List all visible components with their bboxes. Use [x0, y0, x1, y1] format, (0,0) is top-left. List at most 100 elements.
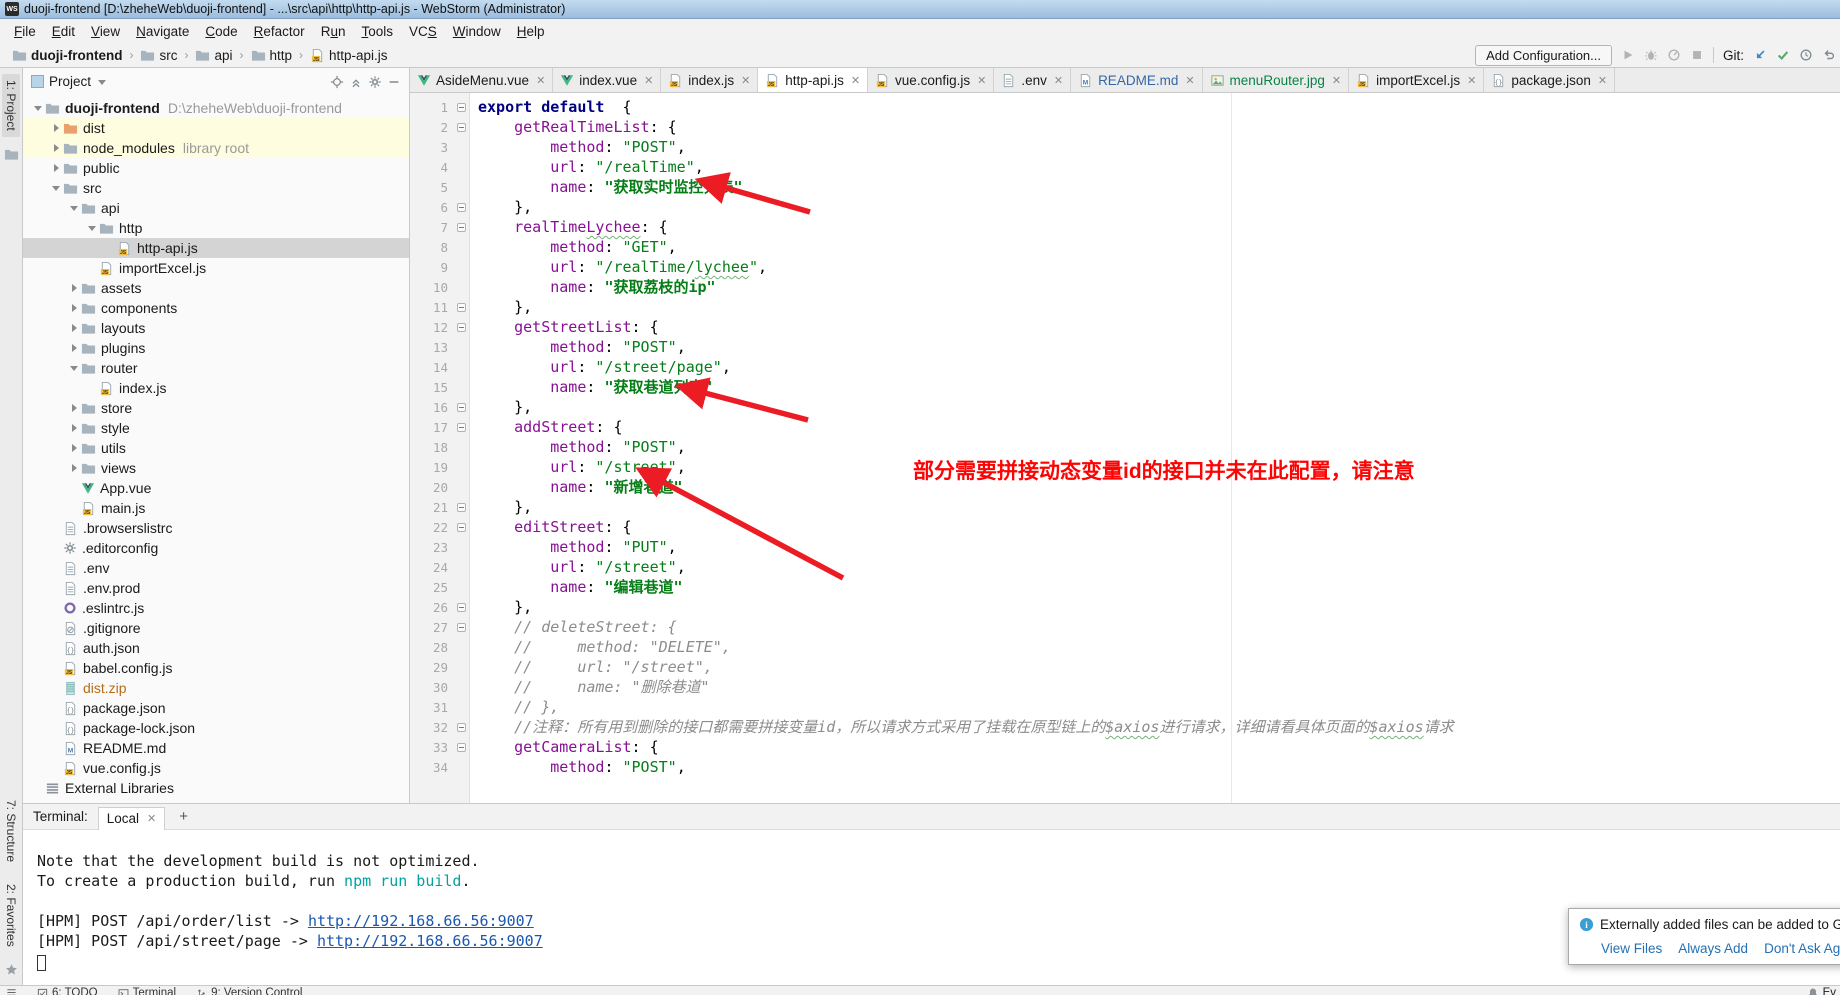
code-line[interactable]: url: "/realTime", [478, 157, 1840, 177]
stripe-tab-2-favorites[interactable]: 2: Favorites [2, 878, 20, 953]
fold-marker-icon[interactable] [453, 723, 469, 732]
chevron-down-icon[interactable] [31, 101, 45, 115]
code-line[interactable]: name: "编辑巷道" [478, 577, 1840, 597]
fold-marker-icon[interactable] [453, 123, 469, 132]
close-icon[interactable]: ✕ [851, 74, 860, 87]
menu-item-tools[interactable]: Tools [353, 22, 401, 41]
chevron-down-icon[interactable] [85, 221, 99, 235]
close-icon[interactable]: ✕ [1332, 74, 1341, 87]
code-line[interactable]: getRealTimeList: { [478, 117, 1840, 137]
breadcrumb-item-duoji-frontend[interactable]: duoji-frontend [8, 47, 126, 64]
tree-item-eslintrc-js[interactable]: .eslintrc.js [23, 598, 409, 618]
chevron-right-icon[interactable] [49, 141, 63, 155]
locate-file-icon[interactable] [330, 75, 344, 89]
tree-item-duoji-frontend[interactable]: duoji-frontendD:\zheheWeb\duoji-frontend [23, 98, 409, 118]
tree-item-env-prod[interactable]: .env.prod [23, 578, 409, 598]
code-area[interactable]: 1234567891011121314151617181920212223242… [410, 93, 1840, 803]
chevron-right-icon[interactable] [67, 441, 81, 455]
tab-vue-config-js[interactable]: JSvue.config.js✕ [868, 68, 994, 92]
code-line[interactable]: getCameraList: { [478, 737, 1840, 757]
code-line[interactable]: name: "获取荔枝的ip" [478, 277, 1840, 297]
notification-action-view-files[interactable]: View Files [1601, 941, 1662, 956]
status-item-6-todo[interactable]: 6: TODO [37, 987, 98, 995]
tab-package-json[interactable]: {}package.json✕ [1484, 68, 1615, 92]
fold-marker-icon[interactable] [453, 403, 469, 412]
code-line[interactable]: name: "获取实时监控列表" [478, 177, 1840, 197]
code-line[interactable]: realTimeLychee: { [478, 217, 1840, 237]
tree-item-router[interactable]: router [23, 358, 409, 378]
chevron-right-icon[interactable] [67, 281, 81, 295]
fold-marker-icon[interactable] [453, 603, 469, 612]
close-icon[interactable]: ✕ [977, 74, 986, 87]
code-line[interactable]: method: "POST", [478, 137, 1840, 157]
code-line[interactable]: getStreetList: { [478, 317, 1840, 337]
tree-item-vue-config-js[interactable]: JSvue.config.js [23, 758, 409, 778]
fold-marker-icon[interactable] [453, 743, 469, 752]
tree-item-package-lock-json[interactable]: {}package-lock.json [23, 718, 409, 738]
tree-item-http[interactable]: http [23, 218, 409, 238]
code-line[interactable]: // name: "删除巷道" [478, 677, 1840, 697]
tree-item-main-js[interactable]: JSmain.js [23, 498, 409, 518]
breadcrumb-item-api[interactable]: api [191, 47, 236, 64]
run-icon[interactable] [1621, 48, 1635, 62]
code-line[interactable]: editStreet: { [478, 517, 1840, 537]
terminal-link[interactable]: http://192.168.66.56:9007 [317, 932, 543, 950]
chevron-right-icon[interactable] [67, 321, 81, 335]
tab-asidemenu-vue[interactable]: AsideMenu.vue✕ [410, 68, 553, 92]
tree-item-layouts[interactable]: layouts [23, 318, 409, 338]
code-line[interactable]: method: "POST", [478, 337, 1840, 357]
tab-index-js[interactable]: JSindex.js✕ [661, 68, 758, 92]
chevron-right-icon[interactable] [67, 301, 81, 315]
tree-item-gitignore[interactable]: .gitignore [23, 618, 409, 638]
tree-item-dist[interactable]: dist [23, 118, 409, 138]
tree-item-package-json[interactable]: {}package.json [23, 698, 409, 718]
status-item-terminal[interactable]: Terminal [118, 987, 176, 995]
code-line[interactable]: method: "POST", [478, 437, 1840, 457]
tree-item-external-libraries[interactable]: External Libraries [23, 778, 409, 798]
tree-item-env[interactable]: .env [23, 558, 409, 578]
tree-item-babel-config-js[interactable]: JSbabel.config.js [23, 658, 409, 678]
tree-item-store[interactable]: store [23, 398, 409, 418]
history-icon[interactable] [1799, 48, 1813, 62]
terminal-link[interactable]: http://192.168.66.56:9007 [308, 912, 534, 930]
profiler-icon[interactable] [1667, 48, 1681, 62]
tree-item-browserslistrc[interactable]: .browserslistrc [23, 518, 409, 538]
toolwindow-switcher-icon[interactable] [6, 987, 17, 995]
notification-action-always-add[interactable]: Always Add [1678, 941, 1748, 956]
fold-marker-icon[interactable] [453, 503, 469, 512]
tree-item-public[interactable]: public [23, 158, 409, 178]
chevron-down-icon[interactable] [49, 181, 63, 195]
chevron-right-icon[interactable] [67, 341, 81, 355]
fold-marker-icon[interactable] [453, 323, 469, 332]
fold-marker-icon[interactable] [453, 103, 469, 112]
debug-icon[interactable] [1644, 48, 1658, 62]
tree-item-editorconfig[interactable]: .editorconfig [23, 538, 409, 558]
code-line[interactable]: method: "GET", [478, 237, 1840, 257]
status-item-9-version-control[interactable]: 9: Version Control [196, 987, 302, 995]
tree-item-assets[interactable]: assets [23, 278, 409, 298]
event-log-bell-icon[interactable] [1807, 987, 1819, 995]
code-line[interactable]: }, [478, 197, 1840, 217]
collapse-all-icon[interactable] [349, 75, 363, 89]
code-line[interactable]: // method: "DELETE", [478, 637, 1840, 657]
terminal-tab-local[interactable]: Local ✕ [98, 807, 166, 830]
hide-panel-icon[interactable] [387, 75, 401, 89]
breadcrumb-item-http-api-js[interactable]: JShttp-api.js [306, 47, 392, 64]
git-commit-icon[interactable] [1776, 48, 1790, 62]
menu-item-edit[interactable]: Edit [44, 22, 83, 41]
menu-item-view[interactable]: View [83, 22, 128, 41]
tree-item-app-vue[interactable]: App.vue [23, 478, 409, 498]
fold-marker-icon[interactable] [453, 223, 469, 232]
code-line[interactable]: }, [478, 597, 1840, 617]
code-line[interactable]: addStreet: { [478, 417, 1840, 437]
chevron-right-icon[interactable] [49, 121, 63, 135]
fold-marker-icon[interactable] [453, 203, 469, 212]
chevron-down-icon[interactable] [67, 201, 81, 215]
close-icon[interactable]: ✕ [1054, 74, 1063, 87]
code-line[interactable]: // deleteStreet: { [478, 617, 1840, 637]
code-line[interactable]: }, [478, 297, 1840, 317]
menu-item-code[interactable]: Code [197, 22, 245, 41]
tree-item-index-js[interactable]: JSindex.js [23, 378, 409, 398]
git-update-icon[interactable] [1753, 48, 1767, 62]
tab-menurouter-jpg[interactable]: menuRouter.jpg✕ [1203, 68, 1350, 92]
